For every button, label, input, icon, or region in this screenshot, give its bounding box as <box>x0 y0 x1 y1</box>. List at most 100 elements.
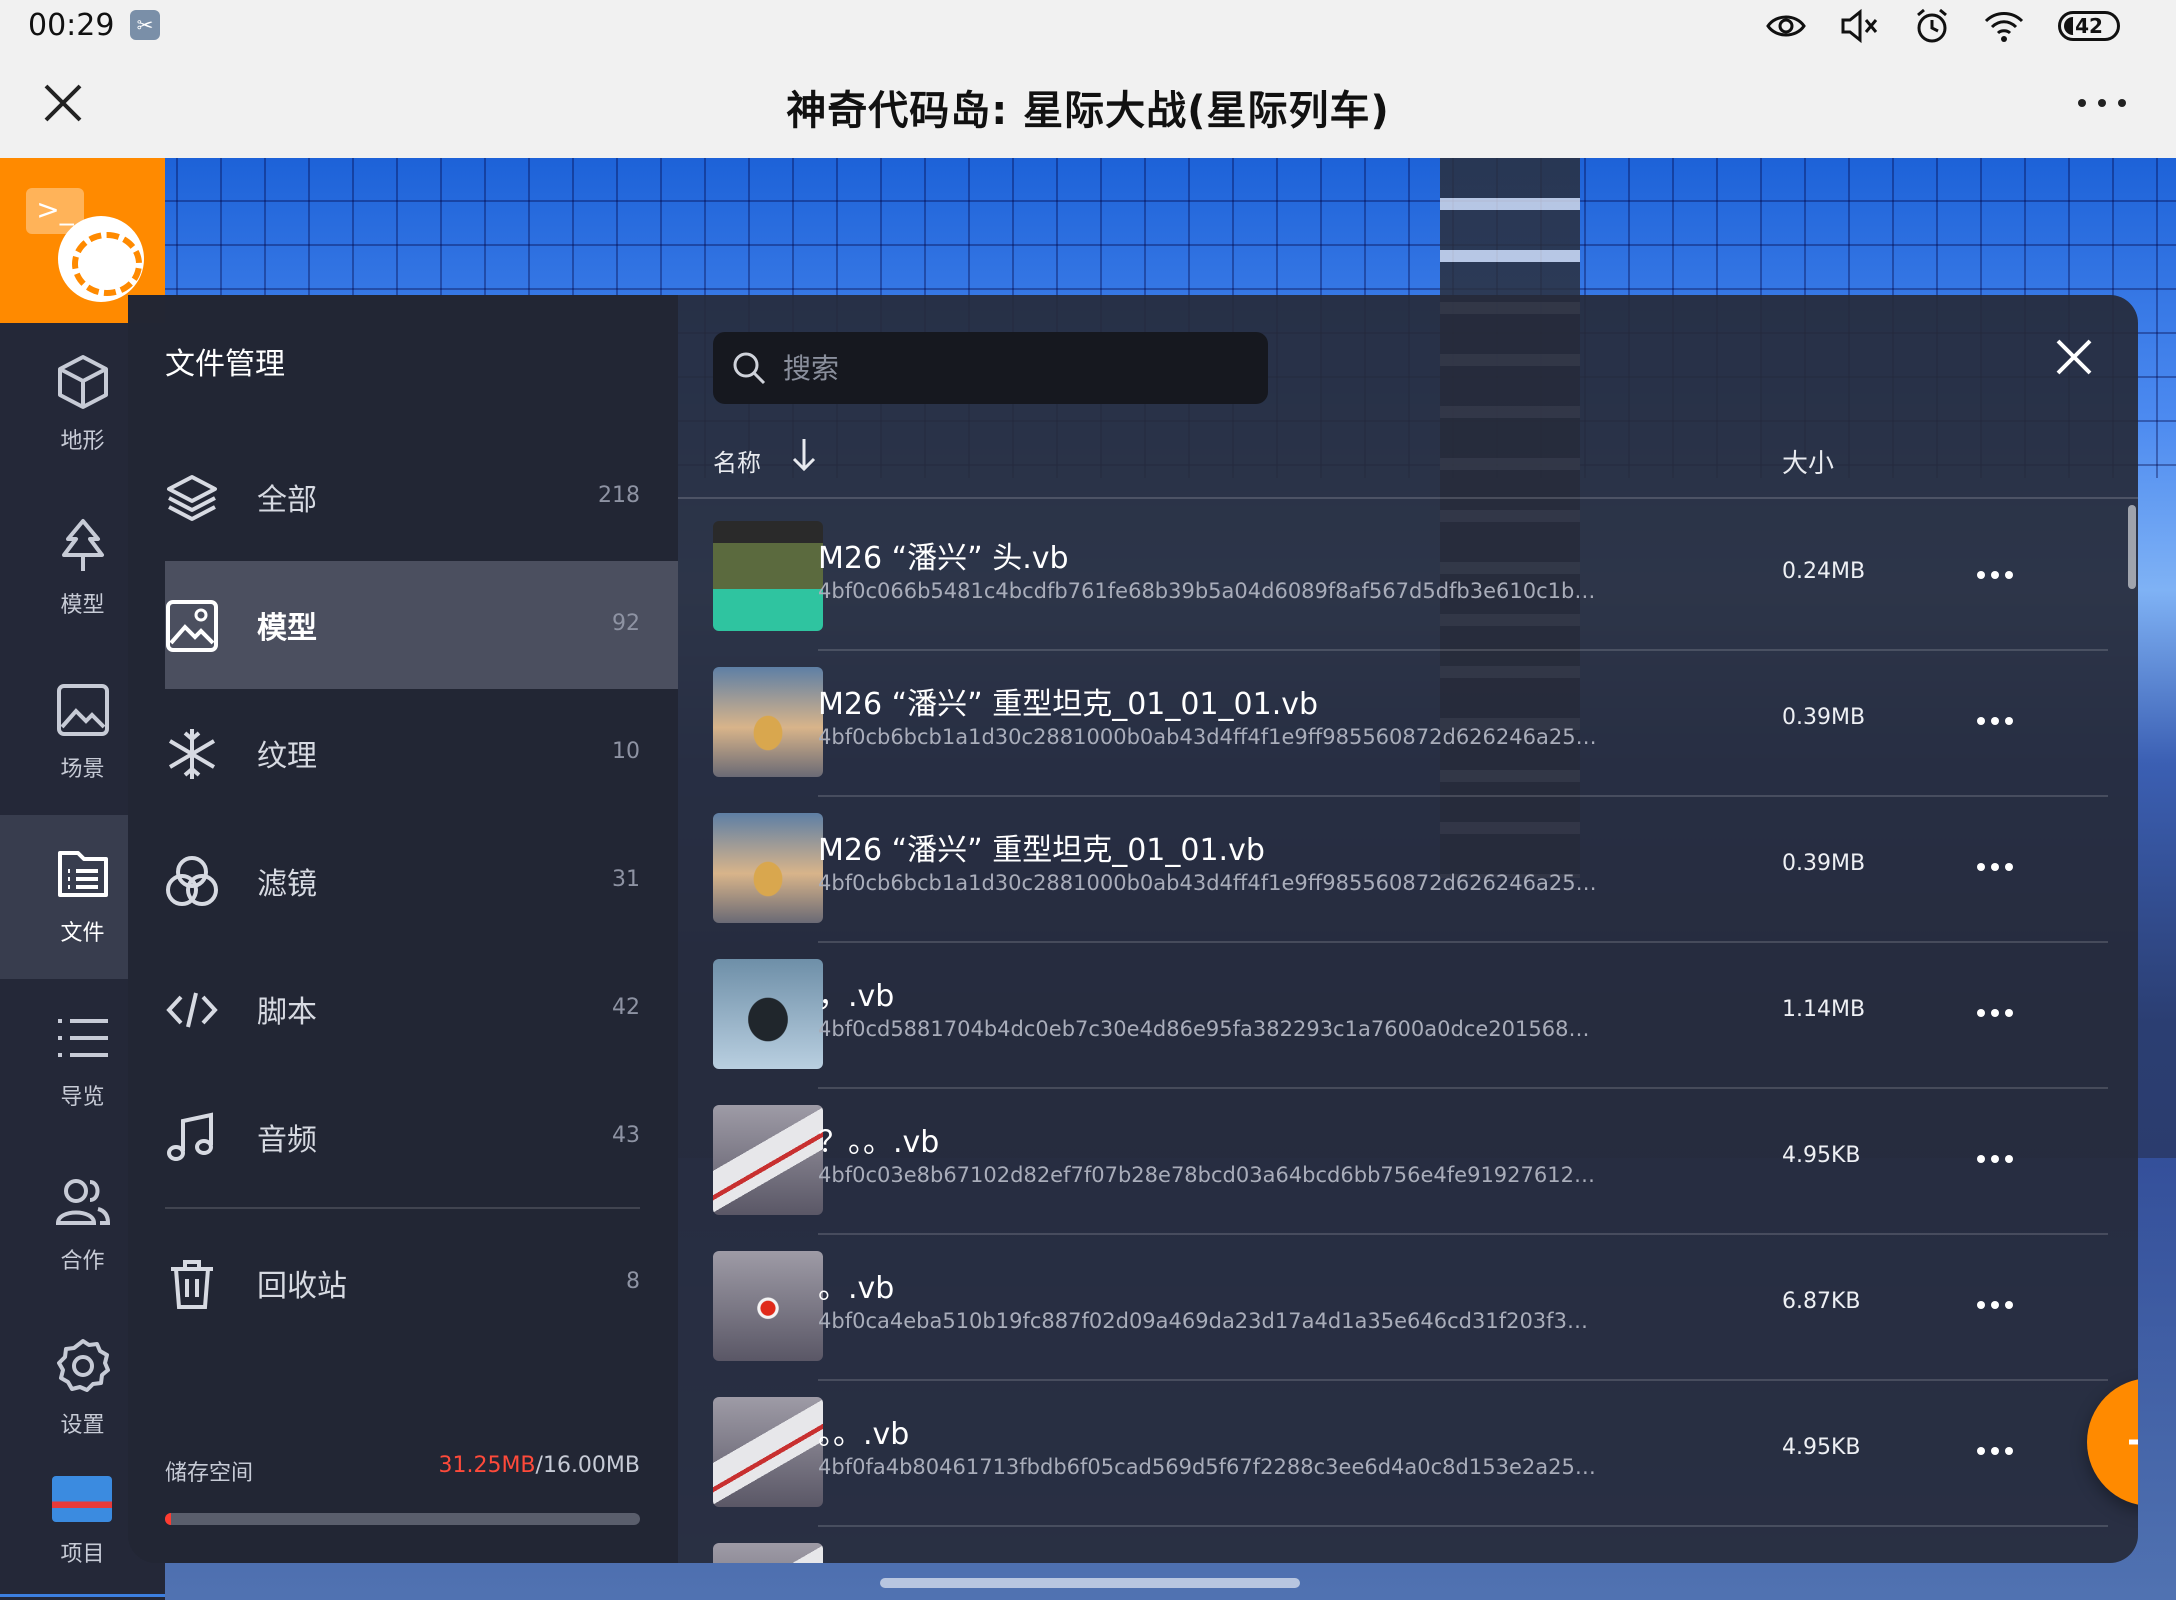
file-row[interactable]: 。。.vb 4bf0fa4b80461713fbdb6f05cad569d5f6… <box>678 1381 2138 1527</box>
file-manager-heading: 文件管理 <box>165 347 285 382</box>
more-horizontal-icon[interactable] <box>1976 709 2014 733</box>
file-size: 0.39MB <box>1782 705 1866 730</box>
project-icon <box>52 1476 112 1522</box>
category-model[interactable]: 模型 92 <box>165 561 678 689</box>
layers-icon <box>167 475 217 521</box>
more-icon[interactable] <box>2076 88 2128 118</box>
file-name: 。。.vb <box>818 1417 910 1452</box>
category-audio[interactable]: 音频 43 <box>165 1073 678 1201</box>
file-row[interactable]: M26 “潘兴” 重型坦克_01_01_01.vb 4bf0cb6bcb1a1d… <box>678 651 2138 797</box>
category-name: 模型 <box>257 611 317 646</box>
file-list-icon <box>58 851 108 897</box>
category-count: 42 <box>612 995 640 1020</box>
header-divider <box>678 497 2138 499</box>
file-thumbnail <box>713 521 823 631</box>
file-row[interactable]: M26 “潘兴” 头.vb 4bf0c066b5481c4bcdfb761fe6… <box>678 505 2138 651</box>
plus-icon <box>2129 1439 2138 1445</box>
category-count: 31 <box>612 867 640 892</box>
file-name: M26 “潘兴” 头.vb <box>818 541 1069 576</box>
more-horizontal-icon[interactable] <box>1976 855 2014 879</box>
file-name: ，.vb <box>818 979 895 1014</box>
search-input[interactable] <box>783 332 1253 404</box>
category-count: 8 <box>626 1269 640 1294</box>
file-hash: 4bf0cd5881704b4dc0eb7c30e4d86e95fa382293… <box>818 1017 1598 1041</box>
file-name: ？。。.vb <box>818 1125 940 1160</box>
file-name: 。.vb <box>818 1271 895 1306</box>
snowflake-icon <box>168 729 216 779</box>
file-thumbnail <box>713 1397 823 1507</box>
category-name: 纹理 <box>257 739 317 774</box>
file-size: 4.95KB <box>1782 1435 1861 1460</box>
close-panel-icon[interactable] <box>2052 335 2096 379</box>
file-size: 0.39MB <box>1782 851 1866 876</box>
storage-used: 31.25MB <box>438 1453 536 1478</box>
category-count: 218 <box>598 483 640 508</box>
storage-total: /16.00MB <box>535 1453 640 1478</box>
storage-bar <box>165 1513 640 1525</box>
file-row[interactable]: ？。。.vb 4bf0c03e8b67102d82ef7f07b28e78bcd… <box>678 1089 2138 1235</box>
cube-icon <box>58 355 108 409</box>
file-row[interactable]: 。.vb 4bf0ca4eba510b19fc887f02d09a469da23… <box>678 1235 2138 1381</box>
category-recycle-bin[interactable]: 回收站 8 <box>165 1219 678 1347</box>
more-horizontal-icon[interactable] <box>1976 1293 2014 1317</box>
users-icon <box>55 1179 111 1225</box>
category-filter[interactable]: 滤镜 31 <box>165 817 678 945</box>
file-row[interactable]: ，.vb 4bf0cd5881704b4dc0eb7c30e4d86e95fa3… <box>678 943 2138 1089</box>
battery-level: 42 <box>2073 14 2105 38</box>
file-thumbnail <box>713 813 823 923</box>
file-row-partial[interactable] <box>678 1527 2138 1563</box>
category-count: 43 <box>612 1123 640 1148</box>
scissors-app-icon: ✂ <box>130 10 160 40</box>
alarm-icon <box>1917 8 1947 43</box>
file-size: 6.87KB <box>1782 1289 1861 1314</box>
column-header-name[interactable]: 名称 <box>713 443 761 478</box>
more-horizontal-icon[interactable] <box>1976 1439 2014 1463</box>
title-bar: 神奇代码岛: 星际大战(星际列车) <box>0 50 2176 158</box>
file-size: 1.14MB <box>1782 997 1866 1022</box>
search-box[interactable] <box>713 332 1268 404</box>
file-row[interactable]: M26 “潘兴” 重型坦克_01_01.vb 4bf0cb6bcb1a1d30c… <box>678 797 2138 943</box>
file-hash: 4bf0cb6bcb1a1d30c2881000b0ab43d4ff4f1e9f… <box>818 725 1598 749</box>
storage-bar-fill <box>165 1513 171 1525</box>
file-thumbnail <box>713 1543 823 1563</box>
eye-icon <box>1766 15 1806 37</box>
more-horizontal-icon[interactable] <box>1976 1147 2014 1171</box>
more-horizontal-icon[interactable] <box>1976 1001 2014 1025</box>
gear-icon <box>57 1339 110 1392</box>
storage-value: 31.25MB/16.00MB <box>438 1453 640 1478</box>
file-thumbnail <box>713 959 823 1069</box>
page-title: 神奇代码岛: 星际大战(星际列车) <box>786 88 1390 134</box>
sort-down-icon[interactable] <box>786 435 822 475</box>
tree-icon <box>62 519 104 571</box>
brain-icon <box>58 216 144 302</box>
file-size: 0.24MB <box>1782 559 1866 584</box>
file-hash: 4bf0c066b5481c4bcdfb761fe68b39b5a04d6089… <box>818 579 1598 603</box>
file-name: M26 “潘兴” 重型坦克_01_01.vb <box>818 833 1265 868</box>
storage-label: 储存空间 <box>165 1461 254 1486</box>
more-horizontal-icon[interactable] <box>1976 563 2014 587</box>
filter-circles-icon <box>166 856 218 906</box>
category-script[interactable]: 脚本 42 <box>165 945 678 1073</box>
file-manager-panel: 文件管理 全部 218 模型 92 纹理 10 滤镜 31 脚本 42 音频 4… <box>128 295 2138 1563</box>
category-name: 全部 <box>257 483 317 518</box>
trash-icon <box>171 1260 213 1309</box>
category-name: 回收站 <box>257 1269 347 1304</box>
wifi-icon <box>1984 12 2024 42</box>
category-all[interactable]: 全部 218 <box>165 433 678 561</box>
file-name: M26 “潘兴” 重型坦克_01_01_01.vb <box>818 687 1319 722</box>
image-icon <box>57 684 109 736</box>
status-icons: 42 <box>1766 6 2120 46</box>
file-thumbnail <box>713 1251 823 1361</box>
status-time: 00:29 <box>28 8 115 43</box>
column-header-size: 大小 <box>1782 449 1835 479</box>
gesture-bar[interactable] <box>880 1578 1300 1588</box>
file-rows: M26 “潘兴” 头.vb 4bf0c066b5481c4bcdfb761fe6… <box>678 505 2138 1563</box>
scrollbar[interactable] <box>2128 505 2136 589</box>
file-size: 4.95KB <box>1782 1143 1861 1168</box>
file-thumbnail <box>713 667 823 777</box>
status-bar: 00:29 ✂ 42 <box>0 0 2176 50</box>
category-texture[interactable]: 纹理 10 <box>165 689 678 817</box>
file-hash: 4bf0c03e8b67102d82ef7f07b28e78bcd03a64bc… <box>818 1163 1598 1187</box>
search-icon <box>733 352 766 385</box>
category-count: 10 <box>612 739 640 764</box>
